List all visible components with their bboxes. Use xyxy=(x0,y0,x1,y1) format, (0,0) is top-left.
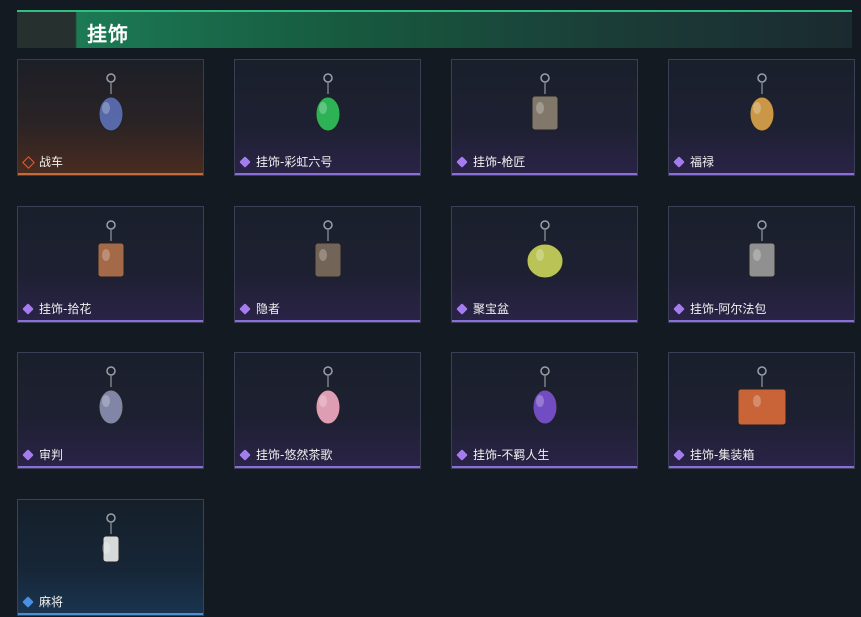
rarity-rare-icon xyxy=(23,597,33,607)
charm-card[interactable]: 战车 xyxy=(17,59,204,176)
rarity-epic-icon xyxy=(240,304,250,314)
charm-card[interactable]: 挂饰-彩虹六号 xyxy=(234,59,421,176)
card-charm-icon xyxy=(97,220,124,278)
charm-label: 战车 xyxy=(23,153,63,170)
charm-name: 审判 xyxy=(39,448,64,462)
charm-label: 聚宝盆 xyxy=(457,300,509,317)
charm-card[interactable]: 麻将 xyxy=(17,499,204,616)
rarity-epic-icon xyxy=(457,157,467,167)
charm-label: 挂饰-拾花 xyxy=(23,300,91,317)
section-title: 挂饰 xyxy=(87,22,129,46)
gunsmith-vest-charm-icon xyxy=(531,73,558,131)
charm-label: 挂饰-不羁人生 xyxy=(457,446,549,463)
tank-charm-icon xyxy=(98,73,123,132)
charm-name: 挂饰-集装箱 xyxy=(690,448,755,462)
rarity-epic-icon xyxy=(240,157,250,167)
cupcake-charm-icon xyxy=(315,366,340,425)
charm-card[interactable]: 挂饰-枪匠 xyxy=(451,59,638,176)
judge-charm-icon xyxy=(98,366,123,425)
charm-name: 挂饰-不羁人生 xyxy=(473,448,550,462)
rarity-epic-icon xyxy=(674,157,684,167)
rarity-legendary-icon xyxy=(23,157,33,167)
gourd-charm-icon xyxy=(749,73,774,132)
charm-name: 麻将 xyxy=(39,595,64,609)
container-charm-icon xyxy=(737,366,786,426)
charm-name: 福禄 xyxy=(690,155,715,169)
charm-card[interactable]: 挂饰-集装箱 xyxy=(668,352,855,469)
rarity-epic-icon xyxy=(23,304,33,314)
charm-card[interactable]: 福禄 xyxy=(668,59,855,176)
charm-label: 挂饰-集装箱 xyxy=(674,446,754,463)
charm-card[interactable]: 挂饰-阿尔法包 xyxy=(668,206,855,323)
rarity-epic-icon xyxy=(674,450,684,460)
sneaker-charm-icon xyxy=(532,366,557,425)
charm-card[interactable]: 审判 xyxy=(17,352,204,469)
alpha-pack-charm-icon xyxy=(748,220,775,278)
charm-name: 挂饰-彩虹六号 xyxy=(256,155,333,169)
charm-name: 挂饰-拾花 xyxy=(39,302,92,316)
charm-name: 挂饰-悠然茶歌 xyxy=(256,448,333,462)
charm-name: 战车 xyxy=(39,155,64,169)
treasure-bowl-charm-icon xyxy=(526,220,563,279)
mahjong-tile-charm-icon xyxy=(101,513,119,563)
rainbow-six-charm-icon xyxy=(315,73,340,132)
charm-label: 审判 xyxy=(23,446,63,463)
section-header: 挂饰 xyxy=(17,10,852,48)
charm-label: 挂饰-枪匠 xyxy=(457,153,525,170)
charm-label: 隐者 xyxy=(240,300,280,317)
charm-name: 隐者 xyxy=(256,302,281,316)
charm-label: 挂饰-彩虹六号 xyxy=(240,153,332,170)
rarity-epic-icon xyxy=(23,450,33,460)
charm-card[interactable]: 隐者 xyxy=(234,206,421,323)
charm-card[interactable]: 挂饰-不羁人生 xyxy=(451,352,638,469)
charm-card[interactable]: 挂饰-悠然茶歌 xyxy=(234,352,421,469)
hermit-charm-icon xyxy=(314,220,341,278)
charm-card[interactable]: 聚宝盆 xyxy=(451,206,638,323)
charm-label: 福禄 xyxy=(674,153,714,170)
header-notch xyxy=(17,12,75,48)
charm-label: 挂饰-悠然茶歌 xyxy=(240,446,332,463)
rarity-epic-icon xyxy=(457,304,467,314)
charm-name: 聚宝盆 xyxy=(473,302,510,316)
charm-card[interactable]: 挂饰-拾花 xyxy=(17,206,204,323)
charm-name: 挂饰-阿尔法包 xyxy=(690,302,767,316)
charm-name: 挂饰-枪匠 xyxy=(473,155,526,169)
rarity-epic-icon xyxy=(240,450,250,460)
charm-label: 挂饰-阿尔法包 xyxy=(674,300,766,317)
rarity-epic-icon xyxy=(674,304,684,314)
rarity-epic-icon xyxy=(457,450,467,460)
charm-label: 麻将 xyxy=(23,593,63,610)
